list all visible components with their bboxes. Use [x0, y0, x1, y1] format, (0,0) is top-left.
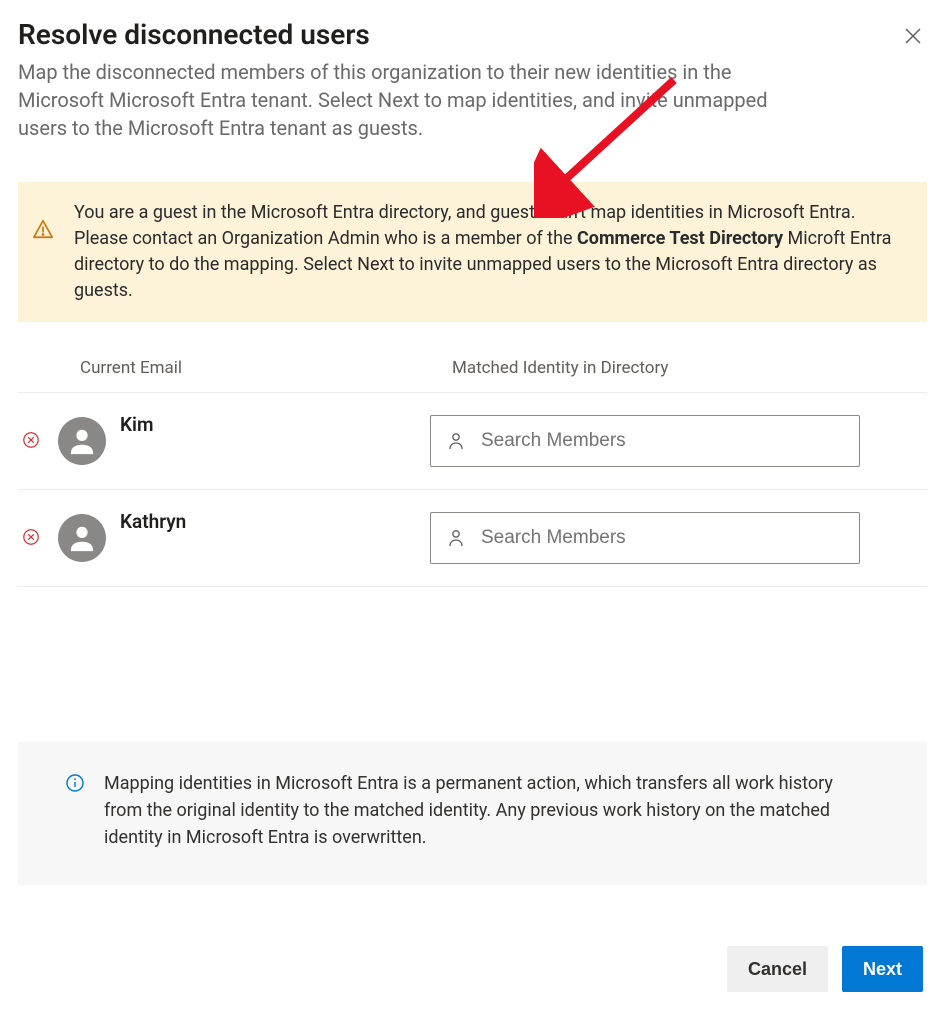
remove-user-icon[interactable] — [22, 528, 42, 548]
search-members-field[interactable] — [430, 512, 860, 564]
search-members-input[interactable] — [430, 512, 860, 564]
user-name: Kathryn — [120, 510, 430, 533]
dialog-footer: Cancel Next — [727, 946, 923, 992]
close-icon — [905, 28, 921, 44]
warning-text: You are a guest in the Microsoft Entra d… — [74, 200, 907, 304]
search-members-field[interactable] — [430, 415, 860, 467]
warning-text-bold: Commerce Test Directory — [577, 228, 783, 249]
dialog-header: Resolve disconnected users Map the disco… — [18, 18, 927, 142]
avatar — [58, 514, 106, 562]
search-members-input[interactable] — [430, 415, 860, 467]
remove-user-icon[interactable] — [22, 431, 42, 451]
page-title: Resolve disconnected users — [18, 18, 887, 52]
user-name: Kim — [120, 413, 430, 436]
user-row: Kathryn — [18, 489, 927, 587]
column-header-email: Current Email — [80, 358, 452, 378]
info-icon — [66, 774, 84, 792]
page-subtitle: Map the disconnected members of this org… — [18, 58, 798, 142]
avatar — [58, 417, 106, 465]
person-icon — [448, 432, 464, 450]
info-banner: Mapping identities in Microsoft Entra is… — [18, 742, 927, 885]
close-button[interactable] — [899, 22, 927, 50]
warning-banner: You are a guest in the Microsoft Entra d… — [18, 182, 927, 322]
info-text: Mapping identities in Microsoft Entra is… — [104, 770, 864, 851]
user-row: Kim — [18, 392, 927, 489]
cancel-button[interactable]: Cancel — [727, 946, 828, 992]
user-list-region[interactable]: Current Email Matched Identity in Direct… — [18, 352, 927, 692]
list-header: Current Email Matched Identity in Direct… — [18, 352, 927, 392]
person-icon — [448, 529, 464, 547]
column-header-matched: Matched Identity in Directory — [452, 358, 927, 378]
next-button[interactable]: Next — [842, 946, 923, 992]
warning-icon — [32, 218, 54, 240]
